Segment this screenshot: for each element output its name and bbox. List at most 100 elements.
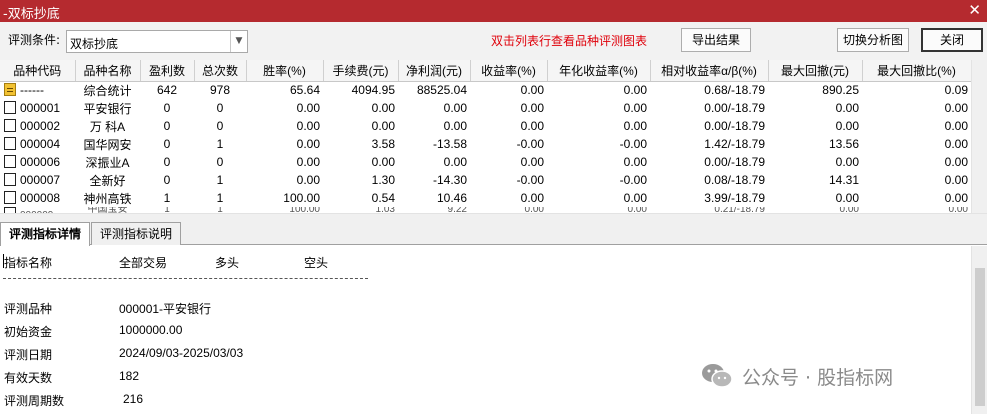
switch-chart-button[interactable]: 切换分析图 (837, 28, 909, 52)
cell-text: 0.00 (296, 155, 320, 169)
cell-text: 0.00 (296, 137, 320, 151)
cell-text: 0.00 (623, 155, 647, 169)
table-row[interactable]: 000002 万 科A 0 0 0.00 0.00 0.00 0.00 0.00 0.00/-18… (0, 117, 971, 135)
watermark-text: 公众号 · 股指标网 (742, 367, 894, 389)
table-cell: 0.00 (768, 117, 862, 135)
cell-text: 0.00 (623, 83, 647, 98)
table-horizontal-scrollbar[interactable] (0, 213, 987, 221)
cell-text: 万 科A (89, 119, 126, 134)
cell-text: 13.56 (828, 137, 859, 151)
close-button[interactable]: 关闭 (921, 28, 983, 52)
table-cell: 0.00 (547, 189, 650, 207)
document-icon (4, 173, 16, 186)
table-cell: 000002 (0, 117, 75, 135)
column-header[interactable]: 盈利数 (140, 60, 195, 82)
column-header[interactable]: 年化收益率(%) (547, 60, 651, 82)
detail-vertical-scrollbar[interactable] (971, 246, 987, 414)
table-cell: 0.00 (862, 189, 971, 207)
cell-text: 3.99/-18.79 (704, 191, 765, 205)
table-cell: 0.00 (862, 171, 971, 189)
cell-text: 0.00 (443, 119, 467, 133)
column-header[interactable]: 品种名称 (75, 60, 141, 82)
cell-text: 1 (216, 173, 224, 187)
cell-text: 平安银行 (83, 101, 132, 116)
cell-text: 0.54 (371, 191, 395, 205)
table-cell: 0.00 (323, 99, 398, 117)
table-header-row: 品种代码 品种名称 盈利数 总次数 胜率(%) 手续费(元) 净利润(元) 收益… (0, 60, 971, 82)
table-cell: 0.00/-18.79 (650, 153, 768, 171)
table-cell: 0.00 (470, 189, 547, 207)
table-vertical-scrollbar[interactable] (971, 60, 987, 213)
cell-text: 642 (156, 83, 178, 98)
table-cell: 978 (194, 81, 246, 99)
cell-text: 0.00 (443, 155, 467, 169)
close-window-icon[interactable]: ✕ (968, 1, 981, 19)
table-cell: 0.00 (246, 153, 323, 171)
table-cell: 0.00 (862, 117, 971, 135)
table-row[interactable]: 000001 平安银行 0 0 0.00 0.00 0.00 0.00 0.00 0.00/-18… (0, 99, 971, 117)
cell-text: 100.00 (283, 191, 320, 205)
table-cell: 0.00/-18.79 (650, 99, 768, 117)
table-cell: 综合统计 (75, 81, 140, 99)
detail-item-value: 1000000.00 (119, 323, 183, 337)
table-cell: -13.58 (398, 135, 470, 153)
cell-text: 0.00 (835, 119, 859, 133)
scrollbar-thumb[interactable] (975, 268, 985, 406)
table-cell: 1.30 (323, 171, 398, 189)
table-cell: 0.00 (862, 153, 971, 171)
cell-text: 0.00 (944, 137, 968, 151)
column-header[interactable]: 品种代码 (0, 60, 76, 82)
table-cell: 1.42/-18.79 (650, 135, 768, 153)
cell-text: 000008 (20, 191, 61, 205)
table-row[interactable]: 000006 深振业A 0 0 0.00 0.00 0.00 0.00 0.00 0.00/-18… (0, 153, 971, 171)
cell-text: 0 (216, 119, 224, 133)
table-cell: 3.99/-18.79 (650, 189, 768, 207)
table-cell: 平安银行 (75, 99, 140, 117)
table-cell: 0.00 (470, 99, 547, 117)
column-header[interactable]: 总次数 (194, 60, 247, 82)
table-cell: 0.00 (862, 135, 971, 153)
table-cell: 642 (140, 81, 194, 99)
table-cell: 0.00 (246, 117, 323, 135)
table-cell: 0 (194, 99, 246, 117)
cell-text: 0.00 (835, 101, 859, 115)
column-header[interactable]: 胜率(%) (246, 60, 324, 82)
column-header[interactable]: 相对收益率α/β(%) (650, 60, 769, 82)
cell-text: 88525.04 (416, 83, 467, 98)
column-header[interactable]: 收益率(%) (470, 60, 548, 82)
table-row[interactable]: 000004 国华网安 0 1 0.00 3.58 -13.58 -0.00 -0.00 1.42… (0, 135, 971, 153)
detail-tabs: 评测指标详情 评测指标说明 (0, 221, 987, 246)
table-cell: 0.00 (768, 153, 862, 171)
document-icon (4, 155, 16, 168)
export-results-button[interactable]: 导出结果 (681, 28, 751, 52)
cell-text: 0.00 (371, 101, 395, 115)
table-cell: 国华网安 (75, 135, 140, 153)
summary-row[interactable]: ------ 综合统计 642 978 65.64 4094.95 88525.04 0.00… (0, 81, 971, 99)
table-cell: 0.00 (547, 117, 650, 135)
table-cell: 0.00/-18.79 (650, 117, 768, 135)
cell-text: 0.00 (520, 119, 544, 133)
column-header[interactable]: 净利润(元) (398, 60, 471, 82)
chevron-down-icon[interactable]: ▼ (230, 31, 247, 52)
tab-evaluation-notes[interactable]: 评测指标说明 (91, 222, 182, 245)
table-hint-text: 双击列表行查看品种评测图表 (491, 34, 648, 48)
table-cell: 100.00 (246, 189, 323, 207)
cell-text: 0.00/-18.79 (704, 101, 765, 115)
detail-item-label: 有效天数 (4, 371, 53, 385)
condition-select[interactable]: 双标抄底 ▼ (66, 30, 248, 53)
table-row[interactable]: 000008 神州高铁 1 1 100.00 0.54 10.46 0.00 0.00 3.99/… (0, 189, 971, 207)
table-cell: 0 (140, 117, 194, 135)
table-cell: 0 (194, 153, 246, 171)
detail-item-label: 评测日期 (4, 348, 53, 362)
cell-text: 0.00 (623, 101, 647, 115)
dashed-divider (3, 278, 368, 279)
column-header[interactable]: 最大回撤比(%) (862, 60, 971, 82)
column-header[interactable]: 最大回撤(元) (768, 60, 863, 82)
table-row[interactable]: 000007 全新好 0 1 0.00 1.30 -14.30 -0.00 -0.00 0.08/… (0, 171, 971, 189)
cell-text: ------ (20, 83, 44, 98)
cell-text: 890.25 (822, 83, 859, 98)
column-header[interactable]: 手续费(元) (323, 60, 399, 82)
cell-text: 1 (216, 191, 224, 205)
tab-evaluation-details[interactable]: 评测指标详情 (0, 222, 91, 246)
document-icon (4, 191, 16, 204)
